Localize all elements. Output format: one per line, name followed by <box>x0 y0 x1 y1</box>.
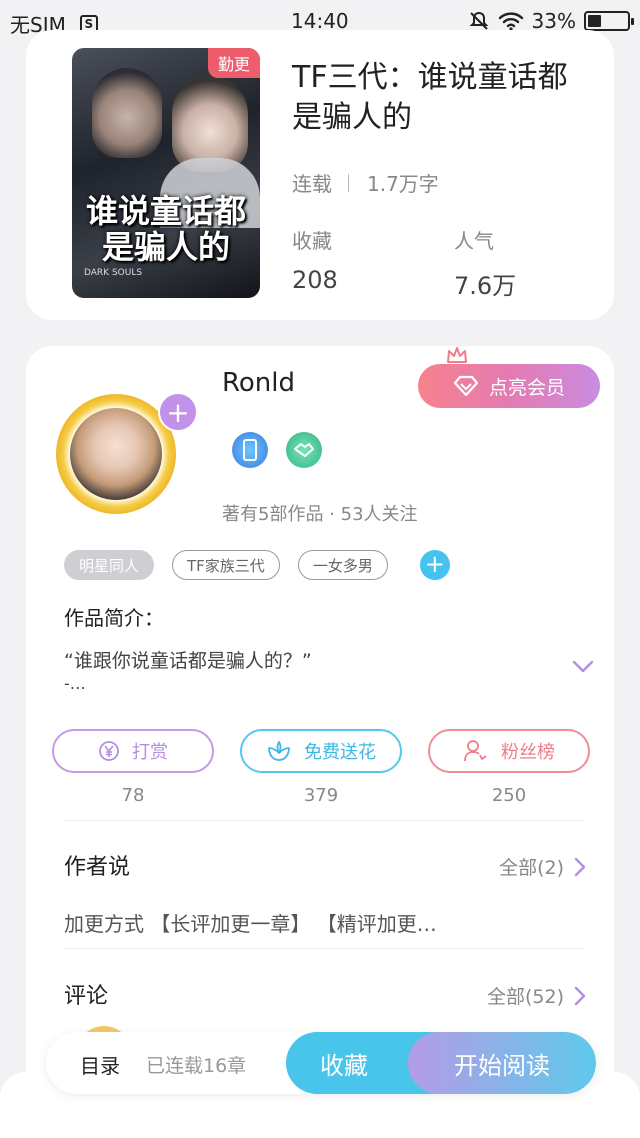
flower-count: 379 <box>303 785 339 806</box>
cover-subtitle: DARK SOULS <box>84 268 143 278</box>
chevron-right-icon <box>574 986 586 1005</box>
word-count: 1.7万字 <box>367 172 439 196</box>
flower-action: 免费送花 379 <box>240 729 402 806</box>
author-says-all-label: 全部(2) <box>499 857 564 879</box>
tag-item[interactable]: 一女多男 <box>297 550 388 580</box>
book-cover[interactable]: 谁说童话都是骗人的 DARK SOULS 勤更 <box>72 48 260 298</box>
follow-plus-button[interactable]: + <box>158 392 198 432</box>
tag-item[interactable]: 明星同人 <box>64 550 155 580</box>
reward-button[interactable]: 打赏 <box>52 729 214 773</box>
popularity-stat: 人气 7.6万 <box>454 225 516 301</box>
bottom-action-bar: 目录 已连载16章 收藏 开始阅读 <box>46 1032 596 1094</box>
author-says-all-link[interactable]: 全部(2) <box>499 853 586 880</box>
popularity-value: 7.6万 <box>454 272 517 300</box>
author-name[interactable]: Ronld <box>222 368 295 398</box>
cover-title-art: 谁说童话都是骗人的 <box>85 192 246 266</box>
crown-icon <box>447 347 467 363</box>
book-info-card: 谁说童话都是骗人的 DARK SOULS 勤更 TF三代：谁说童话都是骗人的 连… <box>26 30 614 320</box>
divider <box>64 948 584 949</box>
fan-ranking-button[interactable]: 粉丝榜 <box>428 729 590 773</box>
handshake-badge-icon[interactable] <box>286 432 322 468</box>
fans-count: 250 <box>491 785 527 806</box>
favorites-label: 收藏 <box>292 229 332 253</box>
user-ranking-icon <box>464 740 487 762</box>
author-avatar-wrap[interactable]: + <box>56 392 198 514</box>
intro-text: “谁跟你说童话都是骗人的？” <box>64 650 312 672</box>
reward-label: 打赏 <box>132 742 168 763</box>
update-badge: 勤更 <box>208 48 260 78</box>
battery-fill <box>588 15 601 27</box>
fans-action: 粉丝榜 250 <box>428 729 590 806</box>
meta-divider <box>348 173 349 192</box>
vip-button-label: 点亮会员 <box>488 376 565 399</box>
author-note[interactable]: 加更方式 【长评加更一章】 【精评加更… <box>64 908 494 937</box>
favorites-value: 208 <box>292 266 338 294</box>
author-badges <box>232 432 322 468</box>
cover-figure-left <box>92 68 162 158</box>
mute-bell-icon <box>469 11 488 30</box>
wifi-icon <box>498 12 523 31</box>
book-meta: 连载 1.7万字 <box>292 168 439 197</box>
divider <box>64 820 584 821</box>
vip-button[interactable]: 点亮会员 <box>418 364 600 408</box>
comments-all-link[interactable]: 全部(52) <box>487 982 586 1009</box>
action-buttons: 打赏 78 免费送花 379 粉丝榜 250 <box>52 729 590 806</box>
intro-more: -… <box>64 674 86 693</box>
book-title: TF三代：谁说童话都是骗人的 <box>292 60 568 135</box>
tag-list: 明星同人 TF家族三代 一女多男 + <box>64 550 450 580</box>
diamond-icon <box>453 375 479 397</box>
author-says-title: 作者说 <box>64 855 131 880</box>
battery-icon <box>584 11 634 31</box>
favorites-stat: 收藏 208 <box>292 225 338 294</box>
popularity-label: 人气 <box>454 229 494 253</box>
start-reading-label: 开始阅读 <box>454 1051 550 1080</box>
reward-action: 打赏 78 <box>52 729 214 806</box>
chevron-right-icon <box>574 857 586 876</box>
chevron-down-icon[interactable] <box>572 660 594 674</box>
avatar <box>70 408 162 500</box>
phone-badge-icon[interactable] <box>232 432 268 468</box>
reward-count: 78 <box>121 785 145 806</box>
toc-button[interactable]: 目录 <box>80 1050 120 1079</box>
fan-ranking-label: 粉丝榜 <box>501 742 555 763</box>
send-flower-label: 免费送花 <box>304 742 376 763</box>
start-reading-button[interactable]: 开始阅读 <box>408 1032 596 1094</box>
favorite-label: 收藏 <box>320 1051 368 1080</box>
yen-icon <box>99 741 119 761</box>
comments-title: 评论 <box>64 984 109 1009</box>
comments-all-label: 全部(52) <box>486 986 564 1008</box>
add-tag-button[interactable]: + <box>419 550 450 580</box>
author-card: + Ronld 点亮会员 著有5部作品 · 53人关注 明星同人 TF家族三代 … <box>26 346 614 1138</box>
tag-item[interactable]: TF家族三代 <box>172 550 280 580</box>
serial-status: 连载 <box>292 172 332 196</box>
intro-label: 作品简介： <box>64 606 164 630</box>
send-flower-button[interactable]: 免费送花 <box>240 729 402 773</box>
author-stats: 著有5部作品 · 53人关注 <box>222 504 418 525</box>
chapter-progress: 已连载16章 <box>146 1055 247 1077</box>
flower-icon <box>268 741 290 761</box>
